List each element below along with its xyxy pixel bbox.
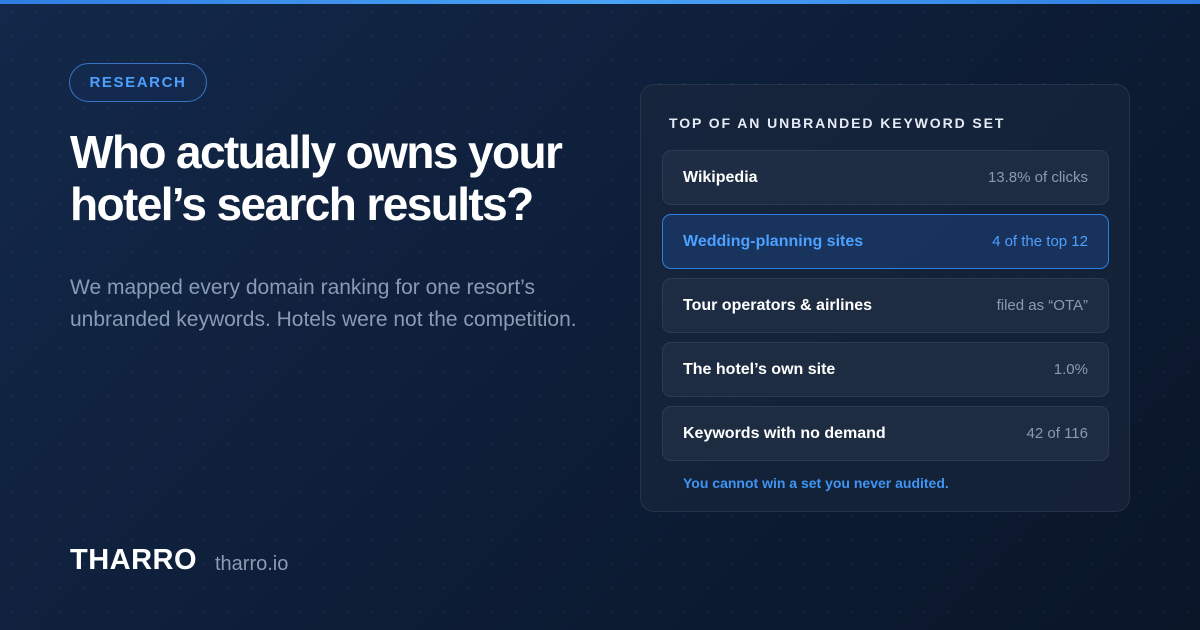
list-item-highlighted: Wedding-planning sites 4 of the top 12 <box>662 214 1109 269</box>
list-item-value: 1.0% <box>1053 361 1088 378</box>
headline: Who actually owns your hotel’s search re… <box>70 126 563 230</box>
list-item: Wikipedia 13.8% of clicks <box>662 150 1109 205</box>
list-item-value: 42 of 116 <box>1026 425 1088 442</box>
subheadline: We mapped every domain ranking for one r… <box>70 276 577 331</box>
list-item-label: Keywords with no demand <box>683 424 886 442</box>
brand-domain: tharro.io <box>215 553 289 575</box>
list-item-value: 4 of the top 12 <box>992 233 1088 250</box>
list-item-label: Wedding-planning sites <box>683 232 864 250</box>
list-item: Tour operators & airlines filed as “OTA” <box>662 278 1109 333</box>
list-item-value: filed as “OTA” <box>996 297 1088 314</box>
keyword-set-card: TOP OF AN UNBRANDED KEYWORD SET Wikipedi… <box>640 84 1130 512</box>
list-item-label: Tour operators & airlines <box>683 296 873 314</box>
category-tag: RESEARCH <box>69 63 207 102</box>
top-accent-bar <box>0 0 1200 4</box>
brand-logo: THARRO <box>70 544 198 576</box>
card-title: TOP OF AN UNBRANDED KEYWORD SET <box>669 115 1006 131</box>
list-item: The hotel’s own site 1.0% <box>662 342 1109 397</box>
card-footer-note: You cannot win a set you never audited. <box>683 475 949 491</box>
list-item-label: The hotel’s own site <box>683 360 836 378</box>
list-item-value: 13.8% of clicks <box>987 169 1088 186</box>
list-item-label: Wikipedia <box>683 168 758 186</box>
list-item: Keywords with no demand 42 of 116 <box>662 406 1109 461</box>
